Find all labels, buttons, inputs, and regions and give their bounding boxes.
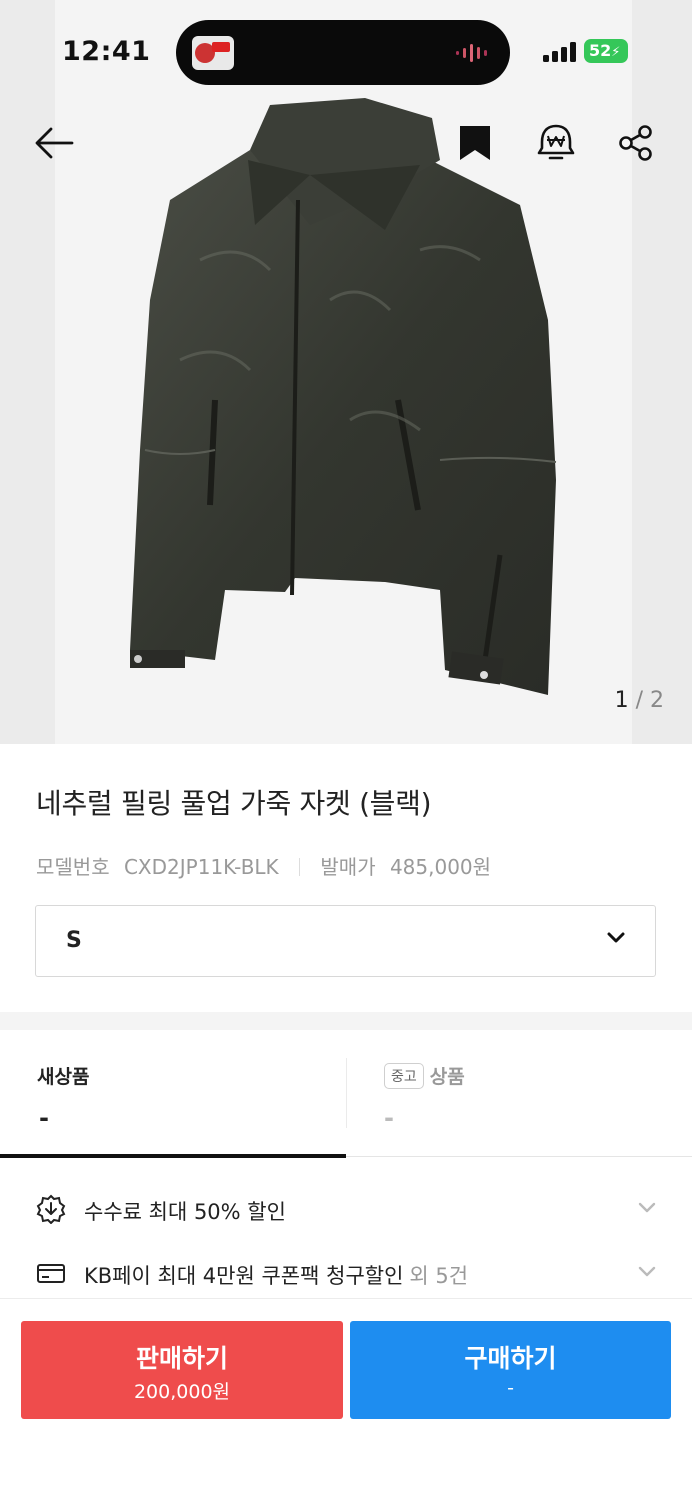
now-playing-thumbnail (192, 36, 234, 70)
used-badge: 중고 (384, 1062, 424, 1089)
leather-jacket-image (130, 98, 557, 695)
bookmark-button[interactable] (451, 119, 499, 167)
arrow-left-icon (35, 127, 74, 159)
back-button[interactable] (30, 119, 78, 167)
bottom-action-bar: 판매하기 200,000원 구매하기 - (0, 1298, 692, 1500)
chevron-down-icon (638, 1266, 656, 1277)
chevron-down-icon (607, 932, 625, 943)
chevron-down-icon (638, 1202, 656, 1213)
tab-used-label: 상품 (429, 1066, 465, 1088)
benefit-card-text: KB페이 최대 4만원 쿠폰팩 청구할인 (84, 1264, 404, 1288)
status-time: 12:41 (62, 36, 151, 67)
benefit-card-discount[interactable]: KB페이 최대 4만원 쿠폰팩 청구할인 외 5건 (0, 1254, 692, 1294)
benefit-card-text-wrap: KB페이 최대 4만원 쿠폰팩 청구할인 외 5건 (84, 1260, 468, 1290)
sell-button-price: 200,000원 (133, 1381, 231, 1403)
buy-button-label: 구매하기 (464, 1344, 557, 1373)
condition-tabs: 새상품 - 중고 상품 - (0, 1030, 692, 1158)
tab-used-label-wrap: 중고 상품 (384, 1062, 465, 1089)
cellular-signal-icon (543, 42, 576, 62)
tab-new-product[interactable]: 새상품 - (0, 1030, 346, 1158)
dynamic-island (176, 20, 510, 85)
tab-used-product[interactable]: 중고 상품 - (346, 1030, 692, 1158)
tab-new-label: 새상품 (37, 1066, 90, 1088)
credit-card-icon (37, 1264, 65, 1283)
product-meta: 모델번호 CXD2JP11K-BLK 발매가 485,000원 (36, 851, 491, 880)
size-select[interactable]: S (35, 905, 656, 977)
audio-wave-icon (456, 44, 487, 62)
sell-button[interactable]: 판매하기 200,000원 (21, 1321, 343, 1419)
tab-baseline (346, 1156, 692, 1157)
product-title: 네추럴 필링 풀업 가죽 자켓 (블랙) (36, 787, 432, 820)
model-label: 모델번호 (36, 855, 110, 879)
benefit-fee-text: 수수료 최대 50% 할인 (84, 1200, 286, 1224)
tab-new-price: - (39, 1104, 49, 1132)
benefit-fee-discount[interactable]: 수수료 최대 50% 할인 (0, 1190, 692, 1230)
buy-button[interactable]: 구매하기 - (350, 1321, 671, 1419)
bookmark-icon (460, 126, 490, 160)
battery-indicator: 52⚡ (584, 39, 628, 63)
tab-used-price: - (384, 1104, 394, 1132)
total-pages: 2 (650, 688, 664, 713)
release-price-value: 485,000원 (389, 855, 492, 879)
bell-won-icon (537, 124, 575, 160)
size-select-value: S (66, 928, 82, 953)
discount-badge-icon (36, 1194, 66, 1224)
buy-button-price: - (507, 1377, 514, 1399)
active-tab-indicator (0, 1154, 346, 1158)
benefit-card-extra: 외 5건 (409, 1264, 469, 1288)
share-button[interactable] (612, 119, 660, 167)
model-value: CXD2JP11K-BLK (123, 855, 279, 879)
price-alert-button[interactable] (532, 119, 580, 167)
meta-divider (299, 858, 301, 876)
current-page: 1 (614, 688, 629, 713)
product-image-carousel[interactable]: 12:41 52⚡ 1 / 2 (0, 0, 692, 744)
section-divider (0, 1012, 692, 1030)
image-page-indicator: 1 / 2 (615, 688, 664, 713)
page-separator: / (635, 688, 643, 713)
release-price-label: 발매가 (320, 855, 376, 879)
sell-button-label: 판매하기 (135, 1344, 228, 1373)
share-icon (619, 125, 652, 161)
